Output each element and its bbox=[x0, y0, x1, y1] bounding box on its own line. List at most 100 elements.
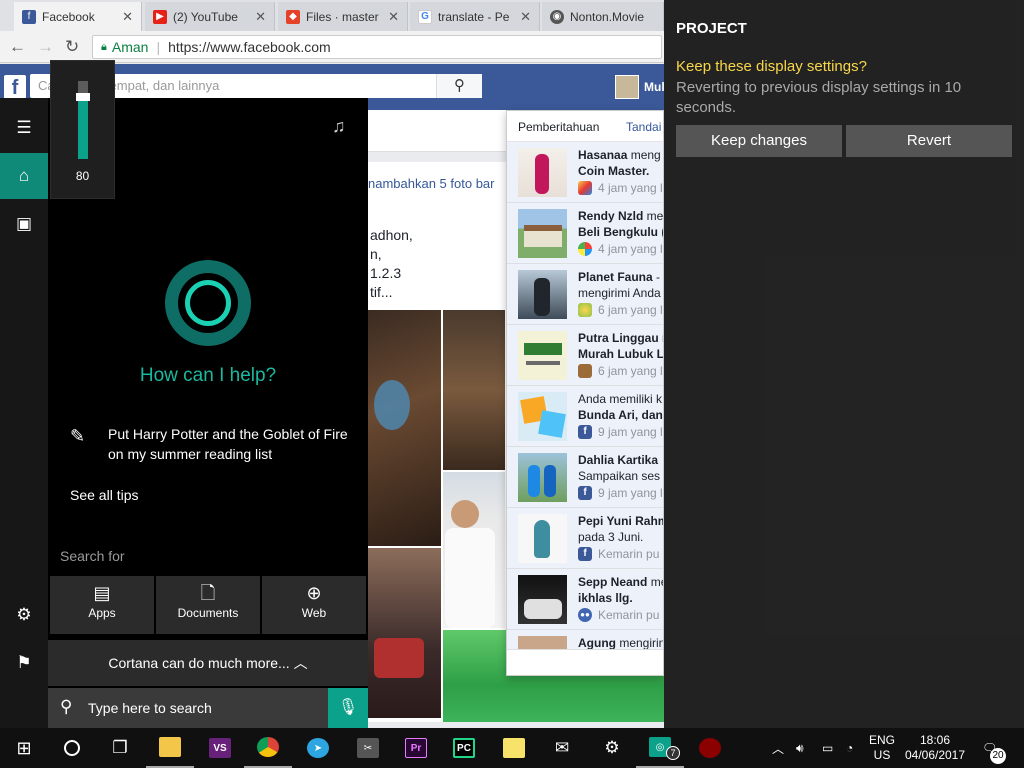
close-icon[interactable]: ✕ bbox=[122, 9, 133, 25]
back-icon[interactable]: ← bbox=[9, 37, 26, 57]
taskbar: ⊞ ❐ VS ➤ ✂ Pr PC ✉ ⚙ ◎ 7 ︿ 🔊︎ ▭ ◔ ENG US … bbox=[0, 728, 1024, 768]
see-all-tips-link[interactable]: See all tips bbox=[70, 487, 138, 503]
notification-item[interactable]: Planet Fauna - mengirimi Anda 6 jam yang… bbox=[507, 264, 663, 325]
home-icon[interactable]: ⌂ bbox=[0, 153, 48, 199]
sticky-notes-button[interactable] bbox=[490, 728, 538, 768]
notification-item[interactable]: Pepi Yuni Rahm pada 3 Juni. f Kemarin pu bbox=[507, 508, 663, 569]
notebook-edit-icon: ✎ bbox=[70, 426, 86, 446]
pycharm-icon: PC bbox=[453, 738, 475, 758]
pycharm-button[interactable]: PC bbox=[440, 728, 488, 768]
chrome-button[interactable] bbox=[244, 728, 292, 768]
file-explorer-button[interactable] bbox=[146, 728, 194, 768]
notification-thumbnail bbox=[518, 636, 567, 649]
volume-slider[interactable] bbox=[76, 81, 90, 159]
revert-button[interactable]: Revert bbox=[846, 125, 1012, 157]
notification-item[interactable]: Hasanaa meng Coin Master. 4 jam yang l bbox=[507, 142, 663, 203]
search-icon[interactable]: ⚲ bbox=[436, 74, 482, 98]
notification-item[interactable]: Rendy Nzld me Beli Bengkulu ( 4 jam yang … bbox=[507, 203, 663, 264]
notification-item[interactable]: Dahlia Kartika Sampaikan ses f9 jam yang… bbox=[507, 447, 663, 508]
post-photo[interactable] bbox=[443, 310, 505, 470]
task-view-icon: ❐ bbox=[112, 738, 128, 757]
cortana-more-button[interactable]: Cortana can do much more... ︿ bbox=[48, 640, 368, 686]
globe-icon: ⊕ bbox=[306, 583, 322, 603]
notification-item[interactable]: Anda memiliki k Bunda Ari, dan f9 jam yan… bbox=[507, 386, 663, 447]
post-photo[interactable] bbox=[443, 472, 505, 628]
notification-thumbnail bbox=[518, 209, 567, 258]
browser-toolbar: ← → ↻ 🔒︎ Aman | https://www.facebook.com bbox=[0, 31, 664, 63]
avatar[interactable] bbox=[615, 75, 639, 99]
settings-button[interactable]: ⚙ bbox=[588, 728, 636, 768]
facebook-icon: f bbox=[22, 9, 36, 24]
hamburger-menu-icon[interactable]: ☰ bbox=[0, 105, 48, 151]
battery-icon[interactable]: ▭ bbox=[822, 728, 833, 768]
post-text: 1.2.3 bbox=[370, 265, 402, 281]
facebook-icon: f bbox=[578, 486, 592, 500]
wifi-icon[interactable]: ◔ bbox=[846, 728, 853, 768]
tab-nonton[interactable]: ◉ Nonton.Movie bbox=[542, 2, 664, 31]
start-button[interactable]: ⊞ bbox=[0, 728, 48, 768]
documents-button[interactable]: 🗋︎ Documents bbox=[156, 576, 260, 634]
settings-icon[interactable]: ⚙ bbox=[0, 592, 48, 638]
tab-gitlab[interactable]: ◆ Files · master ✕ bbox=[278, 2, 408, 31]
web-button[interactable]: ⊕ Web bbox=[262, 576, 366, 634]
volume-slider-thumb[interactable] bbox=[76, 93, 90, 101]
volume-icon[interactable]: 🔊︎ bbox=[796, 728, 804, 768]
post-link[interactable]: nambahkan 5 foto bar bbox=[368, 176, 494, 191]
notifications-title: Pemberitahuan bbox=[518, 120, 600, 134]
notification-item[interactable]: Sepp Neand meikhlas llg. ●●Kemarin pu bbox=[507, 569, 663, 630]
gear-icon: ⚙ bbox=[604, 738, 620, 757]
notification-thumbnail bbox=[518, 148, 567, 197]
game-button[interactable] bbox=[686, 728, 734, 768]
mark-all-read-link[interactable]: Tandai bbox=[626, 120, 661, 134]
tab-translate[interactable]: G translate - Pe ✕ bbox=[410, 2, 540, 31]
profile-name[interactable]: Mul bbox=[644, 80, 665, 94]
cortana-sidebar: ☰ ⌂ ▣ ⚙ ⚑ bbox=[0, 98, 48, 730]
microphone-icon[interactable]: 🎙︎ bbox=[328, 688, 368, 728]
cortana-button[interactable] bbox=[48, 728, 96, 768]
search-input[interactable]: Type here to search bbox=[88, 700, 212, 716]
post-photo[interactable] bbox=[368, 548, 441, 718]
tab-youtube[interactable]: ▶ (2) YouTube ✕ bbox=[145, 2, 275, 31]
game-icon bbox=[578, 181, 592, 195]
feedback-icon[interactable]: ⚑ bbox=[0, 640, 48, 686]
close-icon[interactable]: ✕ bbox=[520, 9, 531, 25]
taskbar-search-box[interactable]: ⚲ Type here to search 🎙︎ bbox=[48, 688, 368, 728]
post-photo[interactable] bbox=[368, 310, 441, 546]
reload-icon[interactable]: ↻ bbox=[65, 37, 79, 57]
telegram-button[interactable]: ➤ bbox=[294, 728, 342, 768]
mail-button[interactable]: ✉ bbox=[538, 728, 586, 768]
notebook-icon[interactable]: ▣ bbox=[0, 201, 48, 247]
language-indicator[interactable]: ENG US bbox=[866, 728, 898, 768]
post-text: adhon, bbox=[370, 227, 413, 243]
project-title: PROJECT bbox=[676, 20, 747, 37]
apps-button[interactable]: ▤ Apps bbox=[50, 576, 154, 634]
bag-icon bbox=[578, 364, 592, 378]
clock[interactable]: 18:06 04/06/2017 bbox=[902, 728, 968, 768]
notifications-panel: Pemberitahuan Tandai Hasanaa meng Coin Ma… bbox=[506, 110, 664, 676]
notification-item[interactable]: Agung mengirin bbox=[507, 630, 663, 650]
close-icon[interactable]: ✕ bbox=[255, 9, 266, 25]
task-view-button[interactable]: ❐ bbox=[96, 728, 144, 768]
action-center-icon[interactable]: 🗨︎ 20 bbox=[982, 728, 1006, 768]
tools-button[interactable]: ✂ bbox=[344, 728, 392, 768]
keep-changes-button[interactable]: Keep changes bbox=[676, 125, 842, 157]
music-icon[interactable]: ♫ bbox=[332, 116, 346, 137]
app-button[interactable]: ◎ 7 bbox=[636, 728, 684, 768]
close-icon[interactable]: ✕ bbox=[388, 9, 399, 25]
tab-facebook[interactable]: f Facebook ✕ bbox=[14, 2, 142, 31]
show-hidden-icons-icon[interactable]: ︿ bbox=[772, 728, 784, 768]
visual-studio-button[interactable]: VS bbox=[196, 728, 244, 768]
premiere-button[interactable]: Pr bbox=[392, 728, 440, 768]
lock-icon: 🔒︎ bbox=[101, 40, 107, 53]
app-badge: 7 bbox=[666, 746, 680, 760]
visual-studio-icon: VS bbox=[209, 738, 231, 758]
youtube-icon: ▶ bbox=[153, 9, 167, 24]
facebook-logo-icon[interactable]: f bbox=[4, 75, 26, 99]
notification-item[interactable]: Putra Linggau nMurah Lubuk Li 6 jam yang… bbox=[507, 325, 663, 386]
cortana-tip[interactable]: Put Harry Potter and the Goblet of Fire … bbox=[108, 424, 358, 464]
facebook-icon: f bbox=[578, 425, 592, 439]
notification-thumbnail bbox=[518, 453, 567, 502]
address-bar[interactable]: 🔒︎ Aman | https://www.facebook.com bbox=[92, 35, 662, 59]
mail-icon: ✉ bbox=[554, 738, 570, 757]
forward-icon[interactable]: → bbox=[37, 37, 54, 57]
